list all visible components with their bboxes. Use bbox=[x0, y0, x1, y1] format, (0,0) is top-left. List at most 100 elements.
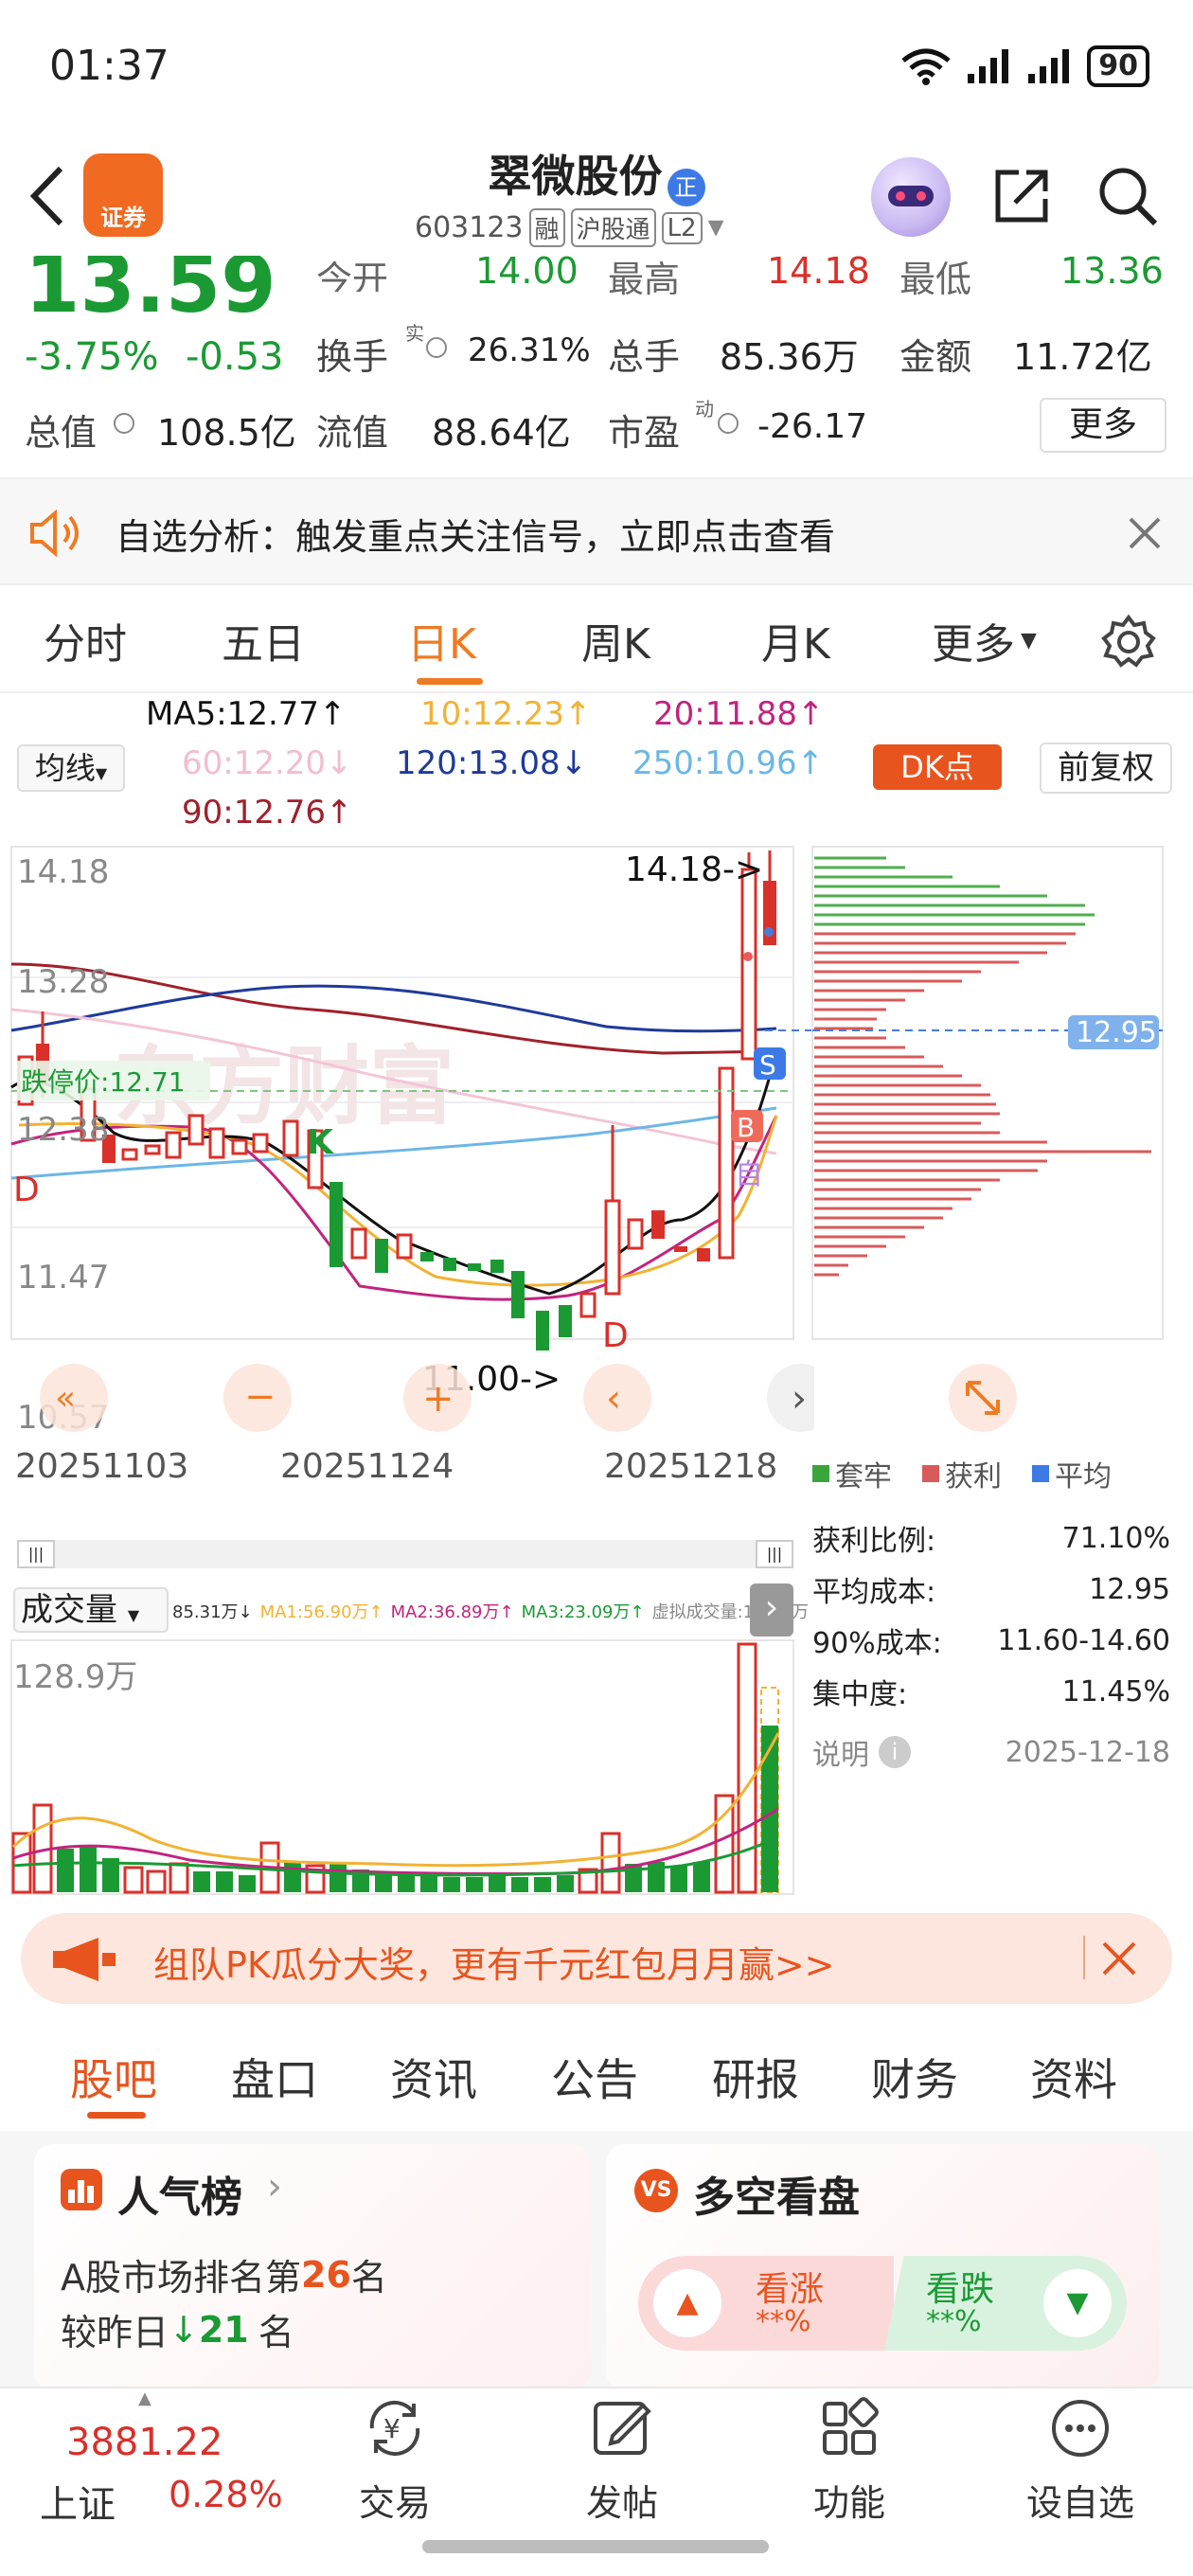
tab-monthly-k[interactable]: 月K bbox=[761, 610, 830, 671]
ma120-label: 120:13.08↓ bbox=[396, 744, 588, 782]
index-name[interactable]: 上证 bbox=[40, 2474, 116, 2529]
rank-chart-icon bbox=[61, 2169, 102, 2210]
rank-value: 26 bbox=[301, 2253, 351, 2296]
legend-profit: 获利 bbox=[945, 1460, 1002, 1494]
share-icon[interactable] bbox=[990, 165, 1053, 227]
chevron-down-icon: ▼ bbox=[127, 1606, 140, 1624]
tab-five-day[interactable]: 五日 bbox=[222, 610, 305, 671]
explain-link[interactable]: 说明 i bbox=[812, 1731, 911, 1773]
info-circle-icon[interactable] bbox=[114, 413, 134, 434]
triangle-up-icon: ▲ bbox=[653, 2269, 721, 2337]
last-price: 13.59 bbox=[25, 256, 276, 316]
tab-active-indicator bbox=[87, 2112, 146, 2119]
settings-gear-icon[interactable] bbox=[1100, 614, 1157, 671]
chevron-right-icon[interactable]: › bbox=[750, 1583, 793, 1637]
nav-functions[interactable]: 功能 bbox=[788, 2394, 911, 2555]
stock-name: 翠微股份 bbox=[488, 151, 663, 202]
signal-d: D bbox=[13, 1171, 40, 1209]
chip-stats: 套牢 获利 平均 获利比例: 71.10% 平均成本: 12.95 90%成本: 11… bbox=[812, 1453, 1191, 1773]
ma10-label: 10:12.23↑ bbox=[420, 695, 592, 733]
signal-zi: 自 bbox=[735, 1158, 763, 1191]
bull-button[interactable]: ▲ 看涨 **% bbox=[638, 2256, 894, 2351]
tab-forum[interactable]: 股吧 bbox=[70, 2046, 157, 2108]
chevron-right-icon: › bbox=[267, 2165, 282, 2209]
turnover-superscript: 实 bbox=[405, 322, 424, 345]
nav-label: 发帖 bbox=[585, 2482, 658, 2524]
high-label: 最高 bbox=[608, 259, 681, 300]
volume-selector[interactable]: 成交量 ▼ bbox=[13, 1587, 169, 1633]
volume-chart[interactable]: 128.9万 bbox=[0, 1638, 814, 1896]
float-label: 流值 bbox=[316, 412, 389, 454]
bullbear-title: 多空看盘 bbox=[693, 2174, 860, 2222]
tab-more[interactable]: 更多 ▼ bbox=[932, 610, 1037, 671]
tab-news[interactable]: 资讯 bbox=[390, 2046, 477, 2108]
float-value: 88.64亿 bbox=[432, 412, 571, 454]
info-circle-icon[interactable] bbox=[718, 413, 739, 434]
home-indicator[interactable] bbox=[422, 2540, 769, 2553]
close-icon[interactable] bbox=[1127, 515, 1163, 551]
adjust-button[interactable]: 前复权 bbox=[1040, 742, 1172, 794]
dk-point-button[interactable]: DK点 bbox=[873, 744, 1002, 790]
more-button[interactable]: 更多 bbox=[1040, 398, 1166, 453]
status-bar: 01:37 90 bbox=[0, 0, 1193, 142]
promo-banner[interactable]: 组队PK瓜分大奖，更有千元红包月月赢>> bbox=[21, 1913, 1172, 2004]
promo-text: 组队PK瓜分大奖，更有千元红包月月赢>> bbox=[153, 1944, 835, 1986]
open-value: 14.00 bbox=[475, 250, 579, 292]
bear-button[interactable]: 看跌 **% ▼ bbox=[884, 2256, 1127, 2351]
chart-scrollbar[interactable]: ||| ||| bbox=[17, 1540, 793, 1568]
kline-chart[interactable]: 东方财富 跌停价:12.71 14.18 13.28 12.38 11.47 1… bbox=[0, 841, 814, 1447]
nav-trade[interactable]: ¥ 交易 bbox=[333, 2394, 456, 2555]
nav-add-watchlist[interactable]: 设自选 bbox=[1009, 2394, 1151, 2555]
amount-value: 11.72亿 bbox=[1013, 336, 1152, 378]
chip-date: 2025-12-18 bbox=[1005, 1735, 1170, 1769]
cards-area: 人气榜 › A股市场排名第 26 名 较昨日 ↓ 21 名 VS 多空看盘 ▲ … bbox=[0, 2131, 1193, 2390]
nav-post[interactable]: 发帖 bbox=[561, 2394, 684, 2555]
info-icon: i bbox=[879, 1736, 911, 1768]
ma250-label: 250:10.96↑ bbox=[632, 744, 825, 782]
mktcap-value: 108.5亿 bbox=[157, 412, 296, 454]
stat-label: 集中度: bbox=[812, 1678, 908, 1711]
tab-active-indicator bbox=[417, 678, 483, 685]
bullbear-card[interactable]: VS 多空看盘 ▲ 看涨 **% 看跌 **% ▼ bbox=[606, 2144, 1159, 2390]
change-abs: -0.53 bbox=[186, 335, 284, 379]
index-value[interactable]: 3881.22 bbox=[66, 2421, 223, 2464]
nav-label: 交易 bbox=[358, 2482, 431, 2524]
x-axis-label: 20251124 bbox=[280, 1447, 454, 1486]
tab-research[interactable]: 研报 bbox=[712, 2046, 799, 2108]
bull-value: **% bbox=[756, 2305, 811, 2338]
chart-nav-controls[interactable]: « − + ‹ › bbox=[40, 1364, 814, 1432]
close-icon[interactable] bbox=[1100, 1940, 1138, 1977]
tab-weekly-k[interactable]: 周K bbox=[581, 610, 650, 671]
ma90-label: 90:12.76↑ bbox=[182, 794, 353, 832]
indicator-selector[interactable]: 均线▼ bbox=[17, 744, 125, 792]
stat-label: 获利比例: bbox=[812, 1525, 936, 1558]
alert-bar[interactable]: 自选分析：触发重点关注信号，立即点击查看 bbox=[0, 477, 1193, 585]
stat-label: 平均成本: bbox=[812, 1576, 936, 1609]
bull-label: 看涨 bbox=[756, 2270, 825, 2309]
stock-code: 603123 bbox=[415, 211, 524, 244]
tag-margin: 融 bbox=[528, 208, 565, 247]
tab-financials[interactable]: 财务 bbox=[871, 2046, 958, 2108]
tab-orderbook[interactable]: 盘口 bbox=[231, 2046, 318, 2108]
tab-daily-k[interactable]: 日K bbox=[407, 610, 476, 671]
step-right-button[interactable] bbox=[767, 1364, 814, 1432]
chevron-down-icon[interactable]: ▼ bbox=[708, 216, 724, 240]
plus-icon: + bbox=[422, 1377, 454, 1421]
low-value: 13.36 bbox=[1060, 250, 1164, 292]
scroll-handle-left[interactable]: ||| bbox=[17, 1540, 55, 1568]
tab-announcements[interactable]: 公告 bbox=[551, 2046, 638, 2108]
search-icon[interactable] bbox=[1095, 163, 1161, 229]
info-circle-icon[interactable] bbox=[426, 337, 447, 358]
avg-cost-tag: 12.95 bbox=[1076, 1016, 1157, 1049]
tab-profile[interactable]: 资料 bbox=[1030, 2046, 1117, 2108]
volume-current: 85.31万↓ bbox=[172, 1602, 253, 1622]
scroll-handle-right[interactable]: ||| bbox=[756, 1540, 793, 1568]
chevron-left-icon: ‹ bbox=[606, 1377, 621, 1421]
caret-up-icon: ▲ bbox=[138, 2388, 151, 2408]
tab-intraday[interactable]: 分时 bbox=[44, 610, 127, 671]
arrow-down-icon: ↓ bbox=[169, 2308, 199, 2351]
volume-label: 总手 bbox=[608, 336, 681, 378]
chip-distribution[interactable]: 12.95 bbox=[810, 841, 1193, 1447]
assistant-robot-icon[interactable] bbox=[871, 157, 951, 237]
popularity-card[interactable]: 人气榜 › A股市场排名第 26 名 较昨日 ↓ 21 名 bbox=[34, 2144, 591, 2390]
